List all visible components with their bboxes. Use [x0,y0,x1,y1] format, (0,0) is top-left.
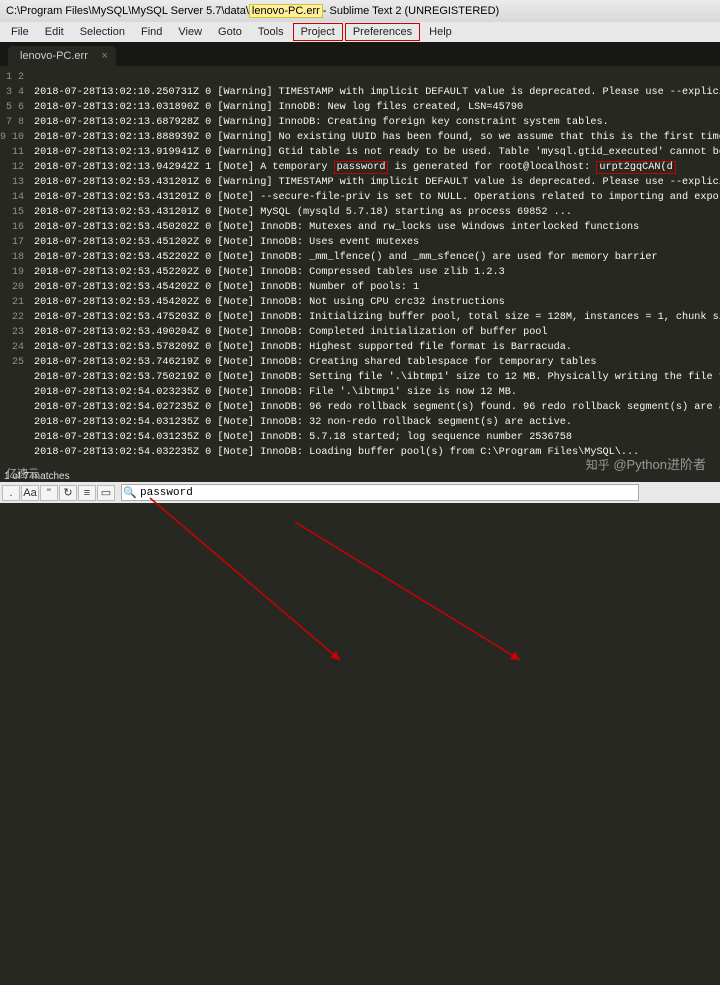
log-line: is generated for root@localhost: [388,162,596,173]
log-line: 2018-07-28T13:02:53.454202Z 0 [Note] Inn… [34,282,419,293]
menubar: File Edit Selection Find View Goto Tools… [0,22,720,42]
annotation-arrows [0,482,720,985]
title-filename: lenovo-PC.err [249,4,323,18]
log-line: 2018-07-28T13:02:53.452202Z 0 [Note] Inn… [34,267,505,278]
log-line: 2018-07-28T13:02:53.746219Z 0 [Note] Inn… [34,357,596,368]
tab-active[interactable]: lenovo-PC.err × [8,46,116,66]
in-selection-toggle[interactable]: ≡ [78,485,96,501]
code-area[interactable]: 2018-07-28T13:02:10.250731Z 0 [Warning] … [30,66,720,482]
line-gutter: 1 2 3 4 5 6 7 8 9 10 11 12 13 14 15 16 1… [0,66,30,482]
menu-find[interactable]: Find [134,24,169,40]
log-line: 2018-07-28T13:02:10.250731Z 0 [Warning] … [34,87,720,98]
tab-bar: lenovo-PC.err × [0,42,720,66]
log-line: 2018-07-28T13:02:13.031890Z 0 [Warning] … [34,102,523,113]
log-line: 2018-07-28T13:02:53.431201Z 0 [Warning] … [34,177,720,188]
log-line: 2018-07-28T13:02:54.023235Z 0 [Note] Inn… [34,387,517,398]
window-titlebar: C:\Program Files\MySQL\MySQL Server 5.7\… [0,0,720,22]
case-toggle[interactable]: Aa [21,485,39,501]
find-input-wrapper: 🔍 [121,484,639,501]
search-icon: 🔍 [122,486,138,499]
regex-toggle[interactable]: . [2,485,20,501]
highlight-generated-password: urpt2gqCAN(d [596,161,675,174]
editor: 1 2 3 4 5 6 7 8 9 10 11 12 13 14 15 16 1… [0,66,720,482]
close-icon[interactable]: × [101,50,107,62]
watermark: 知乎 @Python进阶者 [586,454,706,473]
log-line: 2018-07-28T13:02:13.888939Z 0 [Warning] … [34,132,720,143]
log-line: 2018-07-28T13:02:53.431201Z 0 [Note] MyS… [34,207,572,218]
tab-label: lenovo-PC.err [20,50,88,62]
log-line: 2018-07-28T13:02:13.942942Z 1 [Note] A t… [34,162,334,173]
menu-selection[interactable]: Selection [73,24,132,40]
log-line: 2018-07-28T13:02:53.578209Z 0 [Note] Inn… [34,342,572,353]
find-input[interactable] [138,485,638,500]
log-line: 2018-07-28T13:02:53.452202Z 0 [Note] Inn… [34,252,658,263]
highlight-password: password [334,161,389,174]
log-line: 2018-07-28T13:02:54.032235Z 0 [Note] Inn… [34,447,639,458]
log-line: 2018-07-28T13:02:53.450202Z 0 [Note] Inn… [34,222,639,233]
word-toggle[interactable]: " [40,485,58,501]
log-line: 2018-07-28T13:02:53.454202Z 0 [Note] Inn… [34,297,505,308]
menu-view[interactable]: View [171,24,209,40]
title-suffix: - Sublime Text 2 (UNREGISTERED) [323,5,499,17]
menu-edit[interactable]: Edit [38,24,71,40]
log-line: 2018-07-28T13:02:53.431201Z 0 [Note] --s… [34,192,720,203]
log-line: 2018-07-28T13:02:53.750219Z 0 [Note] Inn… [34,372,720,383]
statusbar: . Aa " ↻ ≡ ▭ 🔍 [0,482,720,503]
highlight-toggle[interactable]: ▭ [97,485,115,501]
log-line: 2018-07-28T13:02:54.031235Z 0 [Note] Inn… [34,417,572,428]
log-line: 2018-07-28T13:02:53.451202Z 0 [Note] Inn… [34,237,419,248]
log-line: 2018-07-28T13:02:13.919941Z 0 [Warning] … [34,147,720,158]
menu-goto[interactable]: Goto [211,24,249,40]
menu-help[interactable]: Help [422,24,459,40]
log-line: 2018-07-28T13:02:13.687928Z 0 [Warning] … [34,117,609,128]
menu-file[interactable]: File [4,24,36,40]
log-line: 2018-07-28T13:02:53.490204Z 0 [Note] Inn… [34,327,548,338]
title-path: C:\Program Files\MySQL\MySQL Server 5.7\… [6,5,249,17]
log-line: 2018-07-28T13:02:54.031235Z 0 [Note] Inn… [34,432,572,443]
menu-project[interactable]: Project [293,23,343,41]
log-line: 2018-07-28T13:02:54.027235Z 0 [Note] Inn… [34,402,720,413]
wrap-toggle[interactable]: ↻ [59,485,77,501]
menu-tools[interactable]: Tools [251,24,291,40]
menu-preferences[interactable]: Preferences [345,23,420,41]
log-line: 2018-07-28T13:02:53.475203Z 0 [Note] Inn… [34,312,720,323]
brand-watermark: 亿速云 [6,465,39,481]
